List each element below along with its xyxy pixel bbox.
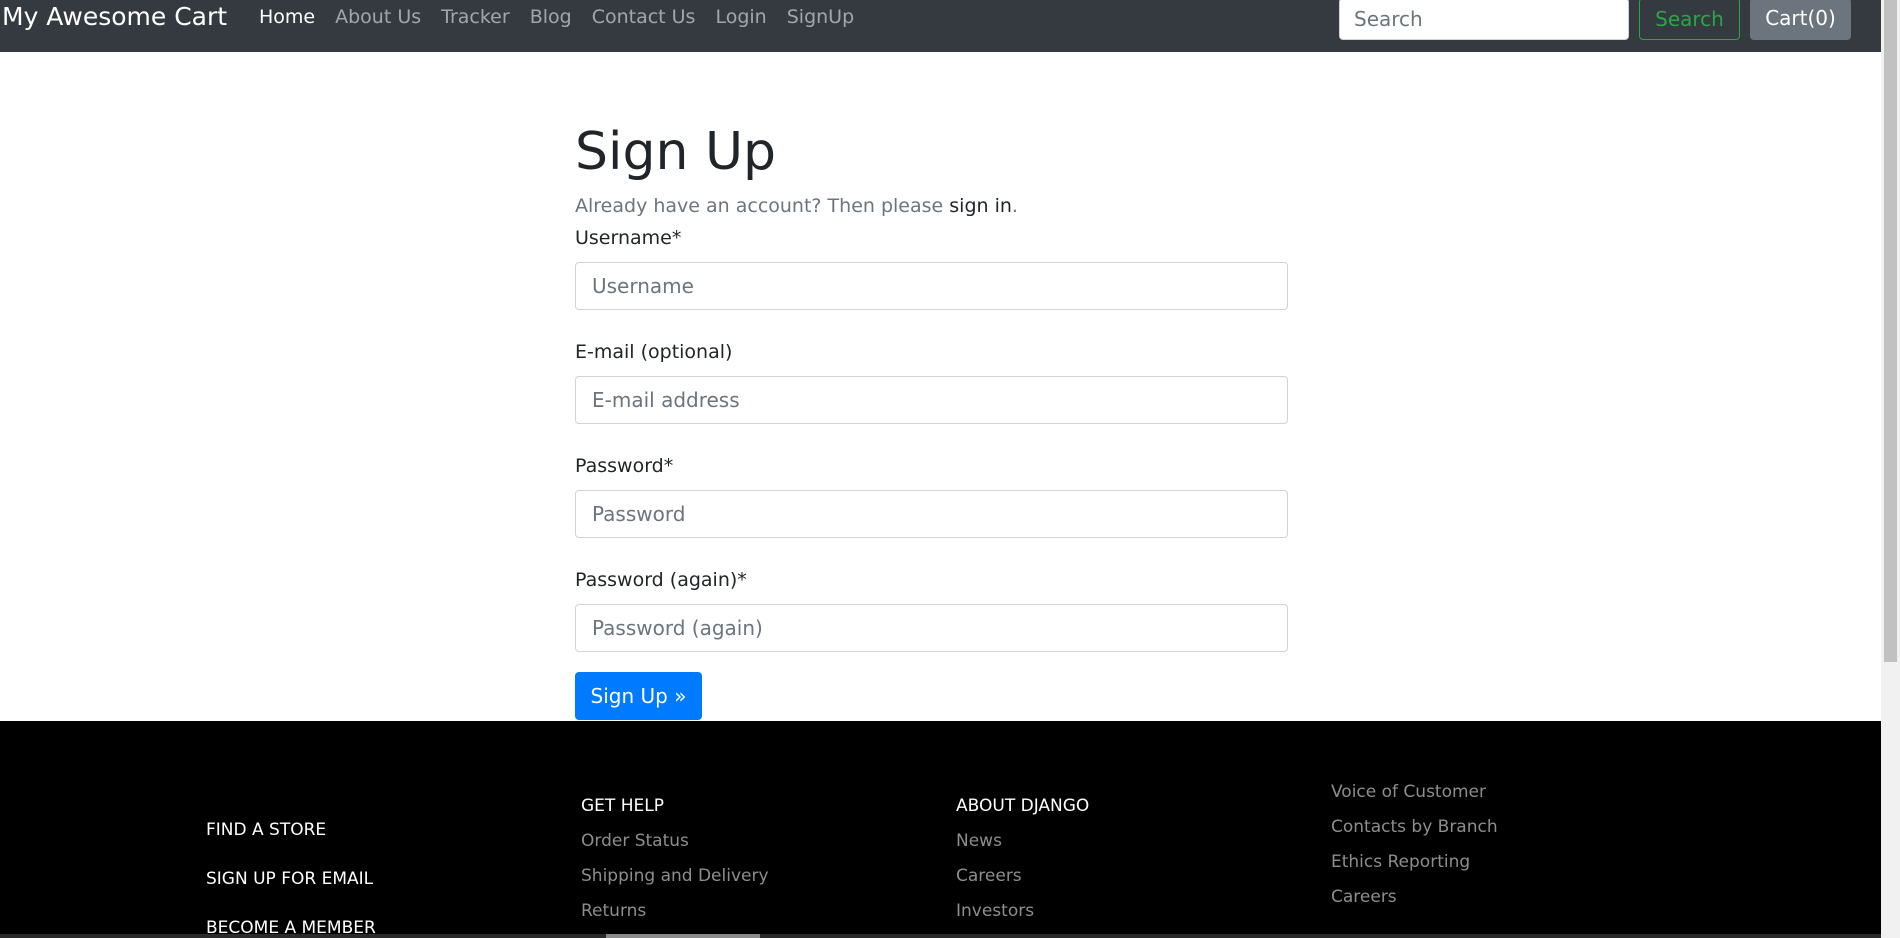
username-label: Username* — [575, 227, 682, 249]
nav-link-blog[interactable]: Blog — [530, 4, 572, 30]
password-label: Password* — [575, 455, 674, 477]
find-store-link[interactable]: FIND A STORE — [206, 819, 376, 841]
order-status-link[interactable]: Order Status — [581, 830, 769, 852]
vertical-scrollbar[interactable] — [1881, 0, 1900, 938]
contacts-branch-link[interactable]: Contacts by Branch — [1331, 816, 1498, 838]
careers-link-2[interactable]: Careers — [1331, 886, 1498, 908]
nav-link-signup[interactable]: SignUp — [787, 4, 854, 30]
careers-link[interactable]: Careers — [956, 865, 1089, 887]
footer-about: ABOUT DJANGO News Careers Investors — [956, 795, 1089, 922]
signup-form: Sign Up Already have an account? Then pl… — [575, 120, 1288, 720]
search-button[interactable]: Search — [1639, 0, 1740, 40]
footer-other: Voice of Customer Contacts by Branch Eth… — [1331, 768, 1498, 908]
email-input[interactable]: E-mail address — [575, 376, 1288, 424]
password-again-input[interactable]: Password (again) — [575, 604, 1288, 652]
voice-customer-link[interactable]: Voice of Customer — [1331, 781, 1498, 803]
email-signup-link[interactable]: SIGN UP FOR EMAIL — [206, 868, 376, 890]
footer: FIND A STORE SIGN UP FOR EMAIL BECOME A … — [0, 721, 1881, 938]
horizontal-scrollbar-thumb[interactable] — [606, 934, 760, 938]
nav-links: Home About Us Tracker Blog Contact Us Lo… — [259, 4, 854, 30]
cart-button[interactable]: Cart(0) — [1750, 0, 1851, 40]
signin-prompt-period: . — [1011, 195, 1018, 217]
footer-get-help: GET HELP Order Status Shipping and Deliv… — [581, 795, 769, 922]
brand-logo[interactable]: My Awesome Cart — [2, 2, 227, 32]
password-again-label: Password (again)* — [575, 569, 747, 591]
page-title: Sign Up — [575, 122, 777, 182]
nav-link-login[interactable]: Login — [715, 4, 766, 30]
password-group: Password* Password — [575, 454, 1288, 538]
footer-primary-links: FIND A STORE SIGN UP FOR EMAIL BECOME A … — [206, 819, 376, 938]
username-input[interactable]: Username — [575, 262, 1288, 310]
get-help-heading: GET HELP — [581, 796, 664, 816]
news-link[interactable]: News — [956, 830, 1089, 852]
horizontal-scrollbar[interactable] — [0, 934, 1881, 938]
nav-link-tracker[interactable]: Tracker — [441, 4, 510, 30]
password-input[interactable]: Password — [575, 490, 1288, 538]
email-group: E-mail (optional) E-mail address — [575, 340, 1288, 424]
nav-link-home[interactable]: Home — [259, 4, 315, 30]
ethics-link[interactable]: Ethics Reporting — [1331, 851, 1498, 873]
email-label: E-mail (optional) — [575, 341, 733, 363]
signin-link[interactable]: sign in — [949, 195, 1012, 217]
investors-link[interactable]: Investors — [956, 900, 1089, 922]
search-input[interactable]: Search — [1339, 0, 1629, 40]
nav-link-about[interactable]: About Us — [335, 4, 421, 30]
returns-link[interactable]: Returns — [581, 900, 769, 922]
signup-button[interactable]: Sign Up » — [575, 672, 702, 720]
username-group: Username* Username — [575, 226, 1288, 310]
signin-prompt: Already have an account? Then please sig… — [575, 194, 1288, 218]
top-navbar: My Awesome Cart Home About Us Tracker Bl… — [0, 0, 1881, 52]
vertical-scrollbar-thumb[interactable] — [1884, 0, 1897, 662]
signin-prompt-text: Already have an account? Then please — [575, 195, 950, 217]
nav-link-contact[interactable]: Contact Us — [592, 4, 696, 30]
password-again-group: Password (again)* Password (again) — [575, 568, 1288, 652]
about-heading: ABOUT DJANGO — [956, 796, 1090, 816]
shipping-link[interactable]: Shipping and Delivery — [581, 865, 769, 887]
